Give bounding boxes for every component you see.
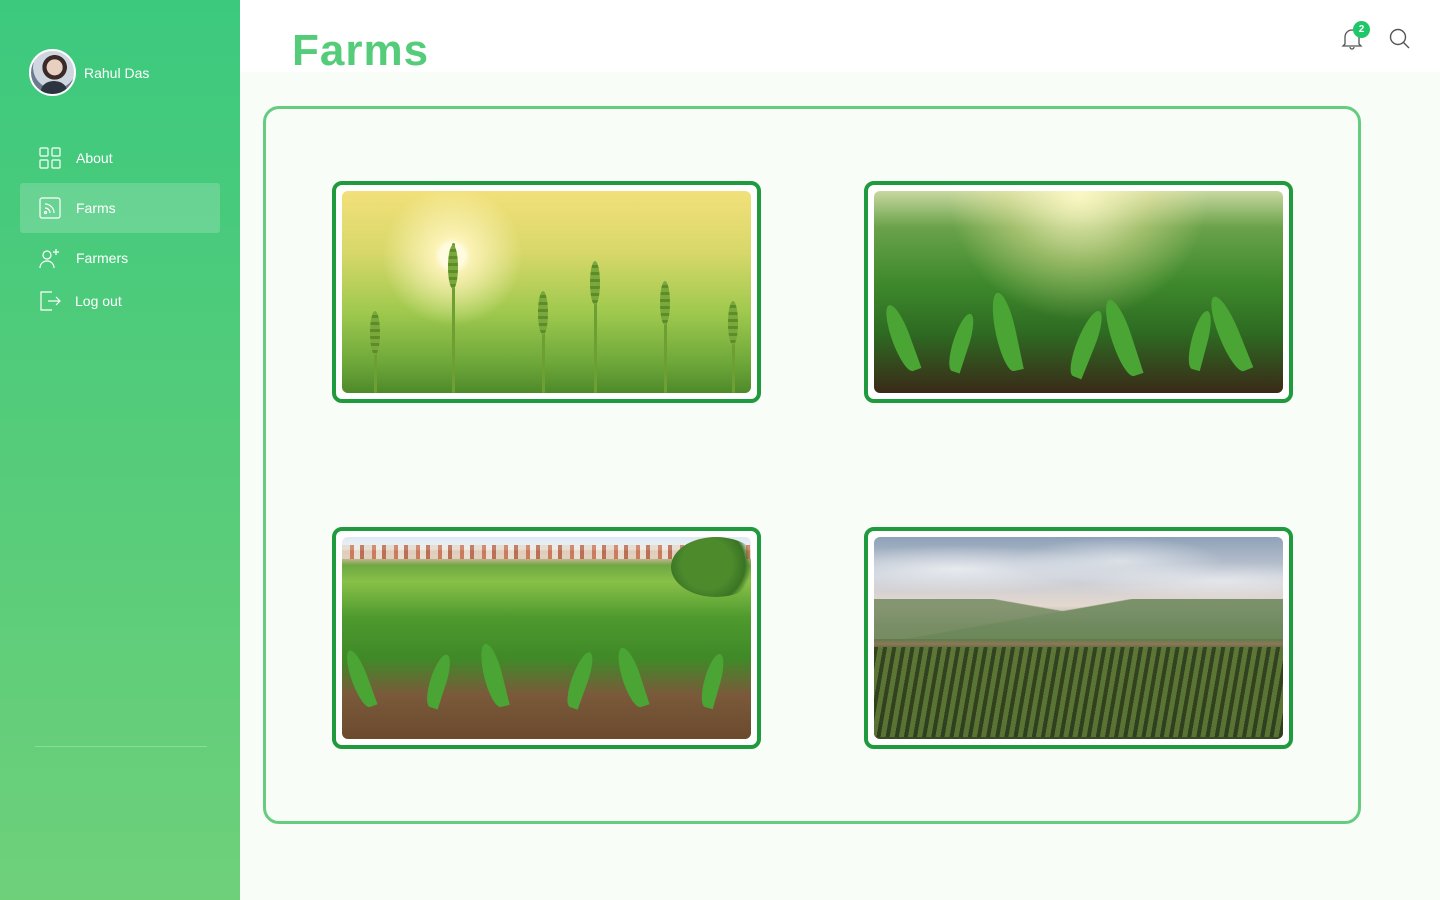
farm-image-corn <box>874 191 1283 393</box>
grid-icon <box>38 146 62 170</box>
page-title: Farms <box>292 26 430 75</box>
farm-image-crop-rows <box>874 537 1283 739</box>
farm-card[interactable] <box>864 181 1293 403</box>
sidebar-item-logout[interactable]: Log out <box>20 276 220 326</box>
notification-badge: 2 <box>1353 21 1370 38</box>
sidebar-item-label: Farms <box>76 200 116 216</box>
avatar[interactable] <box>29 49 76 96</box>
farm-image-wheat <box>342 191 751 393</box>
farm-card[interactable] <box>864 527 1293 749</box>
farm-image-young-corn <box>342 537 751 739</box>
search-icon[interactable] <box>1388 27 1412 51</box>
user-profile[interactable]: Rahul Das <box>29 49 149 96</box>
logout-icon <box>38 289 62 313</box>
farms-panel <box>263 106 1361 824</box>
sidebar-item-label: Farmers <box>76 250 129 266</box>
sidebar-divider <box>35 746 207 747</box>
user-name: Rahul Das <box>84 64 150 81</box>
sidebar-item-about[interactable]: About <box>20 133 220 183</box>
farm-card[interactable] <box>332 181 761 403</box>
sidebar-item-label: About <box>76 150 113 166</box>
rss-icon <box>38 196 62 220</box>
add-user-icon <box>38 246 62 270</box>
sidebar: Rahul Das About Farms Farmers Log out <box>0 0 240 900</box>
sidebar-item-label: Log out <box>75 293 122 309</box>
header: Farms 2 <box>240 0 1440 75</box>
farm-card[interactable] <box>332 527 761 749</box>
sidebar-item-farms[interactable]: Farms <box>20 183 220 233</box>
